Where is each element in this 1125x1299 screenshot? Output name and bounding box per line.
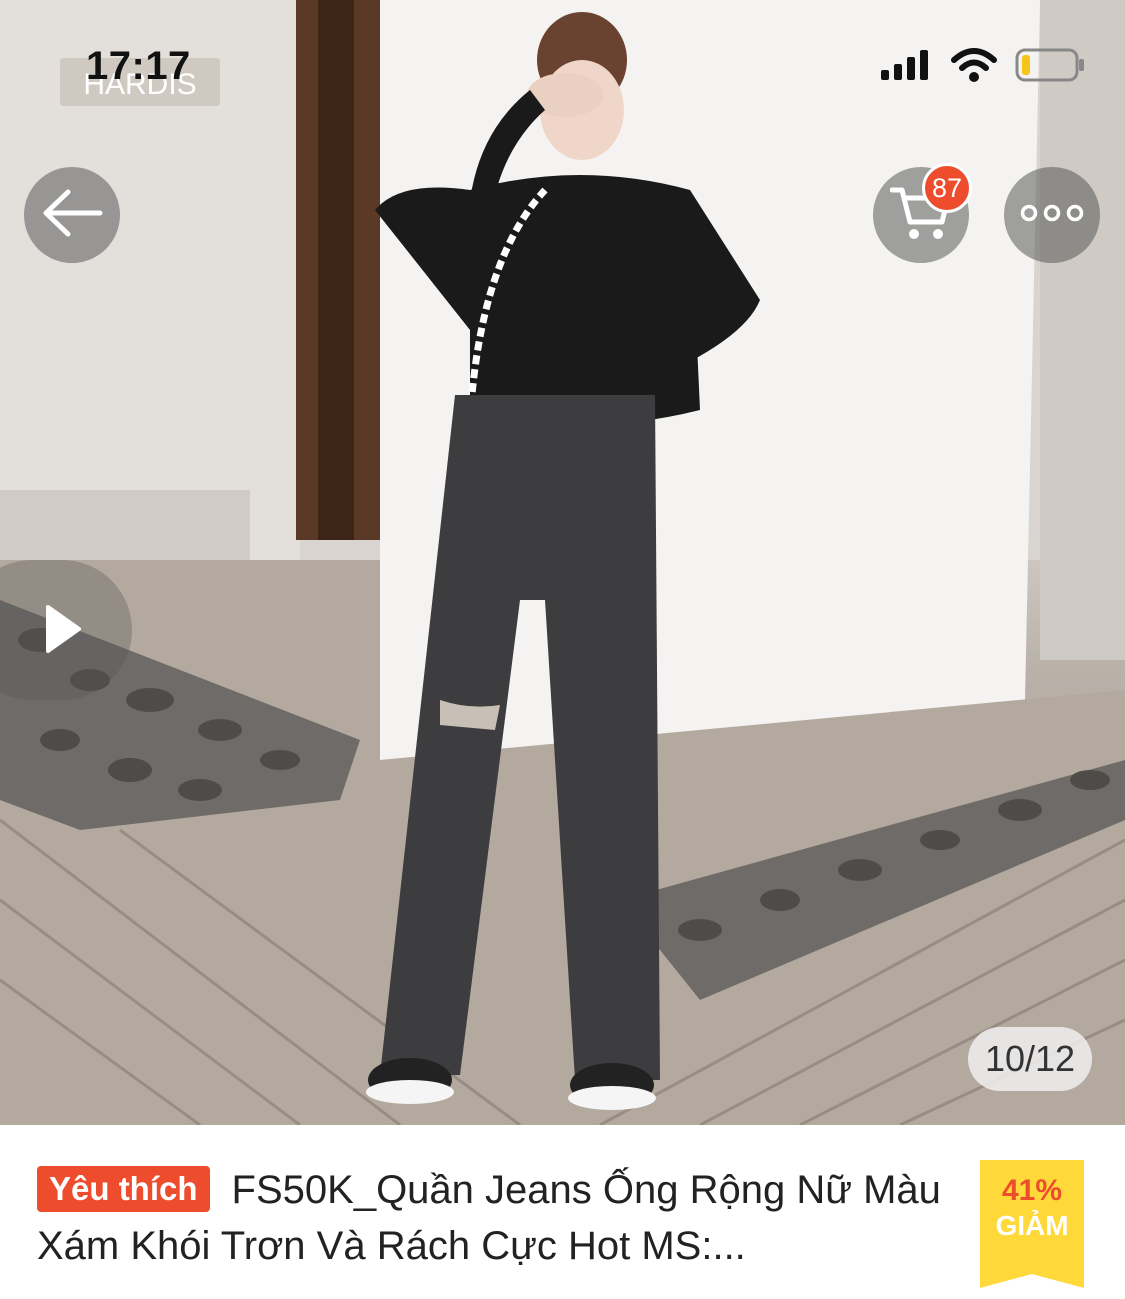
discount-percent: 41% bbox=[1001, 1174, 1063, 1207]
play-icon bbox=[46, 605, 81, 653]
more-icon bbox=[1020, 204, 1084, 227]
wifi-icon bbox=[951, 48, 997, 87]
product-title-block: Yêu thích FS50K_Quần Jeans Ống Rộng Nữ Mà… bbox=[37, 1162, 977, 1274]
image-counter: 10/12 bbox=[968, 1027, 1092, 1091]
discount-tag: 41% GIẢM bbox=[980, 1160, 1084, 1288]
back-button[interactable] bbox=[24, 167, 120, 263]
status-icons bbox=[881, 48, 1085, 87]
signal-icon bbox=[881, 50, 933, 85]
battery-icon bbox=[1015, 48, 1085, 87]
back-arrow-icon bbox=[40, 188, 104, 243]
favorite-badge: Yêu thích bbox=[37, 1166, 210, 1212]
status-time: 17:17 bbox=[86, 44, 191, 88]
discount-label: GIẢM bbox=[995, 1210, 1069, 1241]
more-button[interactable] bbox=[1004, 167, 1100, 263]
cart-count-badge: 87 bbox=[922, 163, 972, 213]
